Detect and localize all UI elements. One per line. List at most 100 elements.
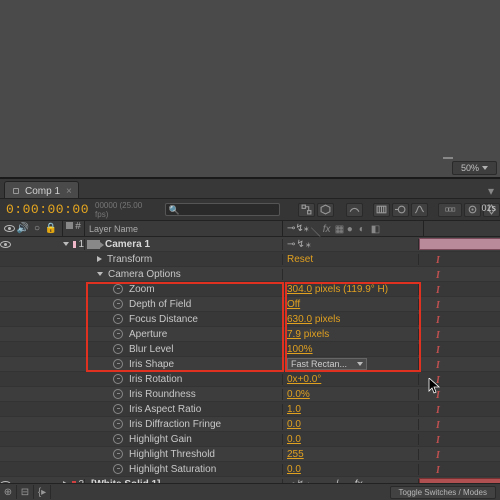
expression-indicator-icon: I (436, 360, 440, 371)
property-name: Highlight Gain (129, 434, 192, 445)
property-value[interactable]: 1.0 (287, 404, 301, 415)
close-icon[interactable]: × (66, 186, 72, 197)
property-row[interactable]: Depth of Field Off I (0, 297, 500, 312)
property-group-row[interactable]: Camera Options I (0, 267, 500, 282)
layer-row[interactable]: 1 Camera 1 ⊸↯⁎ (0, 237, 500, 252)
property-row[interactable]: Iris ShapeFast Rectan...I (0, 357, 500, 372)
stopwatch-icon[interactable] (113, 419, 123, 429)
stopwatch-icon[interactable] (113, 389, 123, 399)
stopwatch-icon[interactable] (113, 299, 123, 309)
tab-bullet-icon (13, 188, 19, 194)
current-timecode[interactable]: 0:00:00:00 (0, 202, 89, 217)
panel-menu-icon[interactable]: ▾ (482, 184, 500, 198)
stopwatch-icon[interactable] (113, 359, 123, 369)
reset-link[interactable]: Reset (283, 254, 419, 265)
timeline-tabbar: Comp 1 × ▾ (0, 179, 500, 199)
stopwatch-icon[interactable] (113, 404, 123, 414)
expression-indicator-icon: I (436, 420, 440, 431)
property-row[interactable]: Zoom304.0 pixels (119.9° H)I (0, 282, 500, 297)
iris-shape-dropdown[interactable]: Fast Rectan... (287, 358, 367, 370)
property-value[interactable]: 0.0 (287, 419, 301, 430)
expression-indicator-icon: I (436, 390, 440, 401)
stopwatch-icon[interactable] (113, 449, 123, 459)
property-row[interactable]: Focus Distance630.0 pixelsI (0, 312, 500, 327)
property-row[interactable]: Iris Aspect Ratio1.0I (0, 402, 500, 417)
expression-indicator-icon: I (436, 450, 440, 461)
timeline-panel: Comp 1 × ▾ 0:00:00:00 00000 (25.00 fps) … (0, 177, 500, 492)
shy-button[interactable] (346, 203, 363, 217)
property-value[interactable]: 100% (287, 344, 313, 355)
property-row[interactable]: Highlight Saturation0.0I (0, 462, 500, 477)
timeline-footer: ⊕ ⊟ {▸ Toggle Switches / Modes (0, 483, 500, 500)
stopwatch-icon[interactable] (113, 434, 123, 444)
eye-icon[interactable] (0, 241, 11, 248)
expression-indicator-icon: I (436, 255, 440, 266)
property-row[interactable]: Blur Level100%I (0, 342, 500, 357)
frame-blend-button[interactable] (373, 203, 390, 217)
stopwatch-icon[interactable] (113, 329, 123, 339)
property-row[interactable]: Highlight Gain0.0I (0, 432, 500, 447)
property-name: Highlight Threshold (129, 449, 215, 460)
index-column-label: # (75, 221, 81, 232)
bracket-button[interactable]: {▸ (34, 485, 51, 499)
twirl-down-icon[interactable] (63, 242, 69, 246)
property-value[interactable]: 0.0 (287, 434, 301, 445)
comp-marker-button[interactable]: ⊕ (0, 485, 17, 499)
property-row[interactable]: Iris Roundness 0.0% I (0, 387, 500, 402)
draft3d-button[interactable] (317, 203, 334, 217)
layer-bar[interactable] (419, 238, 500, 250)
graph-editor-button[interactable] (411, 203, 428, 217)
property-value[interactable]: 630.0 (287, 314, 312, 325)
lock-column-icon[interactable]: 🔒 (45, 223, 57, 235)
expression-indicator-icon: I (436, 270, 440, 281)
twirl-down-icon[interactable] (97, 272, 103, 276)
video-column-icon[interactable] (3, 223, 15, 235)
comp-tab[interactable]: Comp 1 × (4, 181, 79, 198)
expression-indicator-icon: I (436, 300, 440, 311)
layer-switches[interactable]: ⊸↯⁎ (287, 239, 312, 250)
stopwatch-icon[interactable] (113, 314, 123, 324)
property-name: Iris Roundness (129, 389, 196, 400)
property-name: Depth of Field (129, 299, 191, 310)
property-value[interactable]: 255 (287, 449, 304, 460)
property-name: Focus Distance (129, 314, 198, 325)
twirl-right-icon[interactable] (97, 256, 102, 262)
expression-indicator-icon: I (436, 405, 440, 416)
toggle-switches-modes-button[interactable]: Toggle Switches / Modes (390, 486, 497, 499)
comp-flowchart-button[interactable] (298, 203, 315, 217)
property-value[interactable]: 7.9 (287, 329, 301, 340)
property-value[interactable]: 0x+0.0° (287, 374, 321, 385)
zoom-dropdown[interactable]: 50% (452, 161, 497, 175)
property-row[interactable]: Highlight Threshold 255 I (0, 447, 500, 462)
search-box[interactable]: 🔍 (165, 203, 280, 216)
solo-column-icon[interactable]: ○ (31, 223, 43, 235)
property-value[interactable]: Off (287, 299, 300, 310)
fps-label: 00000 (25.00 fps) (89, 201, 157, 219)
property-name: Iris Diffraction Fringe (129, 419, 221, 430)
property-value[interactable]: 0.0 (287, 464, 301, 475)
brainstorm-button[interactable] (438, 203, 462, 217)
ruler-tick-label: 01s (481, 203, 496, 213)
layer-name-column-label[interactable]: Layer Name (85, 221, 283, 236)
property-row[interactable]: Iris Rotation 0x+0.0° I (0, 372, 500, 387)
audio-column-icon[interactable]: 🔊 (17, 223, 29, 235)
label-swatch[interactable] (73, 241, 76, 248)
property-value[interactable]: 0.0% (287, 389, 310, 400)
switches-column: ⊸↯⁎ ＼ fx ▦ ● ◐ ◧ (283, 221, 424, 236)
expression-indicator-icon: I (436, 375, 440, 386)
zoom-value: 50% (461, 163, 479, 173)
motion-blur-button[interactable] (392, 203, 409, 217)
property-name: Iris Rotation (129, 374, 182, 385)
stopwatch-icon[interactable] (113, 344, 123, 354)
render-queue-button[interactable]: ⊟ (17, 485, 34, 499)
auto-keyframe-button[interactable] (464, 203, 481, 217)
property-value[interactable]: 304.0 (287, 284, 312, 295)
property-group-row[interactable]: Transform Reset I (0, 252, 500, 267)
camera-icon (87, 240, 100, 249)
stopwatch-icon[interactable] (113, 464, 123, 474)
stopwatch-icon[interactable] (113, 284, 123, 294)
expression-indicator-icon: I (436, 465, 440, 476)
property-row[interactable]: Aperture7.9 pixelsI (0, 327, 500, 342)
property-row[interactable]: Iris Diffraction Fringe 0.0 I (0, 417, 500, 432)
stopwatch-icon[interactable] (113, 374, 123, 384)
